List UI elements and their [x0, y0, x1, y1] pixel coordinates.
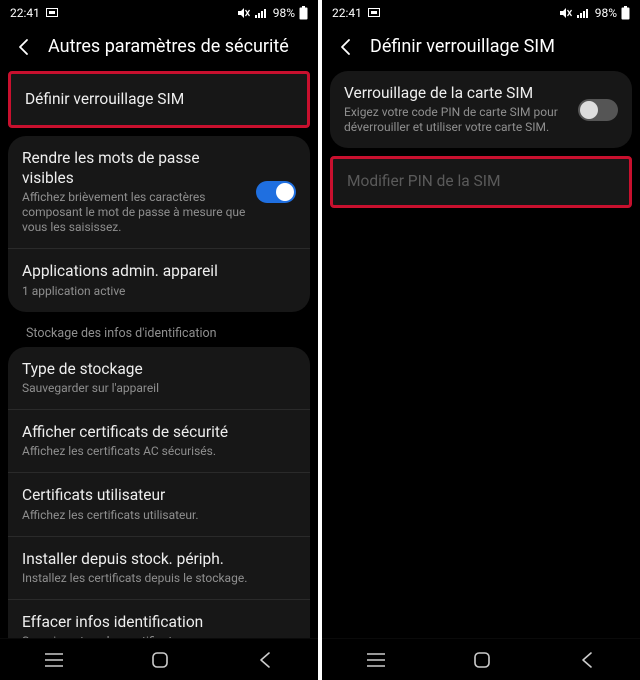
row-admin-apps[interactable]: Applications admin. appareil 1 applicati… — [8, 249, 310, 311]
row-title: Type de stockage — [22, 360, 296, 379]
nav-bar — [0, 638, 318, 680]
row-title: Verrouillage de la carte SIM — [344, 84, 568, 103]
battery-icon — [621, 6, 630, 20]
nav-bar — [322, 638, 640, 680]
row-user-certificates[interactable]: Certificats utilisateur Affichez les cer… — [8, 473, 310, 536]
header: Définir verrouillage SIM — [322, 26, 640, 71]
mute-icon — [237, 7, 251, 19]
battery-icon — [299, 6, 308, 20]
row-password-visible[interactable]: Rendre les mots de passe visibles Affich… — [8, 136, 310, 249]
recents-icon[interactable] — [366, 652, 386, 668]
settings-list: Verrouillage de la carte SIM Exigez votr… — [322, 71, 640, 638]
card-credential-storage: Type de stockage Sauvegarder sur l'appar… — [8, 347, 310, 639]
back-icon[interactable] — [336, 37, 356, 57]
screenshot-icon — [46, 8, 58, 19]
recents-icon[interactable] — [44, 652, 64, 668]
header: Autres paramètres de sécurité — [0, 26, 318, 71]
row-subtitle: Supprimer tous les certificats. — [22, 634, 296, 638]
signal-icon — [577, 8, 591, 18]
row-subtitle: Affichez brièvement les caractères compo… — [22, 190, 246, 235]
row-install-from-storage[interactable]: Installer depuis stock. périph. Installe… — [8, 537, 310, 600]
page-title: Autres paramètres de sécurité — [48, 36, 289, 57]
row-storage-type[interactable]: Type de stockage Sauvegarder sur l'appar… — [8, 347, 310, 410]
row-title: Effacer infos identification — [22, 613, 296, 632]
row-subtitle: Exigez votre code PIN de carte SIM pour … — [344, 105, 568, 135]
phone-right: 22:41 98% Définir verrouillage SIM Verro… — [322, 0, 640, 680]
row-subtitle: Installez les certificats depuis le stoc… — [22, 571, 296, 586]
status-bar: 22:41 98% — [0, 0, 318, 26]
row-title: Afficher certificats de sécurité — [22, 423, 296, 442]
status-time: 22:41 — [332, 6, 362, 20]
row-title: Installer depuis stock. périph. — [22, 550, 296, 569]
row-define-sim-lock[interactable]: Définir verrouillage SIM — [11, 74, 307, 125]
row-title: Certificats utilisateur — [22, 486, 296, 505]
signal-icon — [255, 8, 269, 18]
back-icon[interactable] — [14, 37, 34, 57]
row-subtitle: Sauvegarder sur l'appareil — [22, 381, 296, 396]
screenshot-icon — [368, 8, 380, 19]
mute-icon — [559, 7, 573, 19]
nav-back-icon[interactable] — [256, 651, 274, 669]
row-title: Modifier PIN de la SIM — [347, 172, 615, 191]
row-erase-credentials[interactable]: Effacer infos identification Supprimer t… — [8, 600, 310, 638]
row-subtitle: 1 application active — [22, 284, 296, 299]
section-header-storage: Stockage des infos d'identification — [8, 322, 310, 347]
phone-left: 22:41 98% Autres paramètres de sécurité … — [0, 0, 318, 680]
row-subtitle: Affichez les certificats utilisateur. — [22, 508, 296, 523]
toggle-sim-lock[interactable] — [578, 99, 618, 121]
status-time: 22:41 — [10, 6, 40, 20]
status-bar: 22:41 98% — [322, 0, 640, 26]
page-title: Définir verrouillage SIM — [370, 36, 555, 57]
home-icon[interactable] — [151, 651, 169, 669]
battery-percent: 98% — [595, 6, 617, 20]
row-title: Définir verrouillage SIM — [25, 90, 293, 109]
card-security-options: Rendre les mots de passe visibles Affich… — [8, 136, 310, 311]
toggle-password-visible[interactable] — [256, 181, 296, 203]
card-sim-lock: Définir verrouillage SIM — [8, 71, 310, 128]
nav-back-icon[interactable] — [578, 651, 596, 669]
home-icon[interactable] — [473, 651, 491, 669]
row-subtitle: Affichez les certificats AC sécurisés. — [22, 444, 296, 459]
row-sim-card-lock[interactable]: Verrouillage de la carte SIM Exigez votr… — [330, 71, 632, 148]
card-sim-lock-setting: Verrouillage de la carte SIM Exigez votr… — [330, 71, 632, 148]
row-show-certificates[interactable]: Afficher certificats de sécurité Affiche… — [8, 410, 310, 473]
battery-percent: 98% — [273, 6, 295, 20]
settings-list: Définir verrouillage SIM Rendre les mots… — [0, 71, 318, 638]
card-change-pin: Modifier PIN de la SIM — [330, 156, 632, 207]
row-title: Rendre les mots de passe visibles — [22, 149, 246, 188]
row-change-sim-pin[interactable]: Modifier PIN de la SIM — [333, 159, 629, 204]
row-title: Applications admin. appareil — [22, 262, 296, 281]
